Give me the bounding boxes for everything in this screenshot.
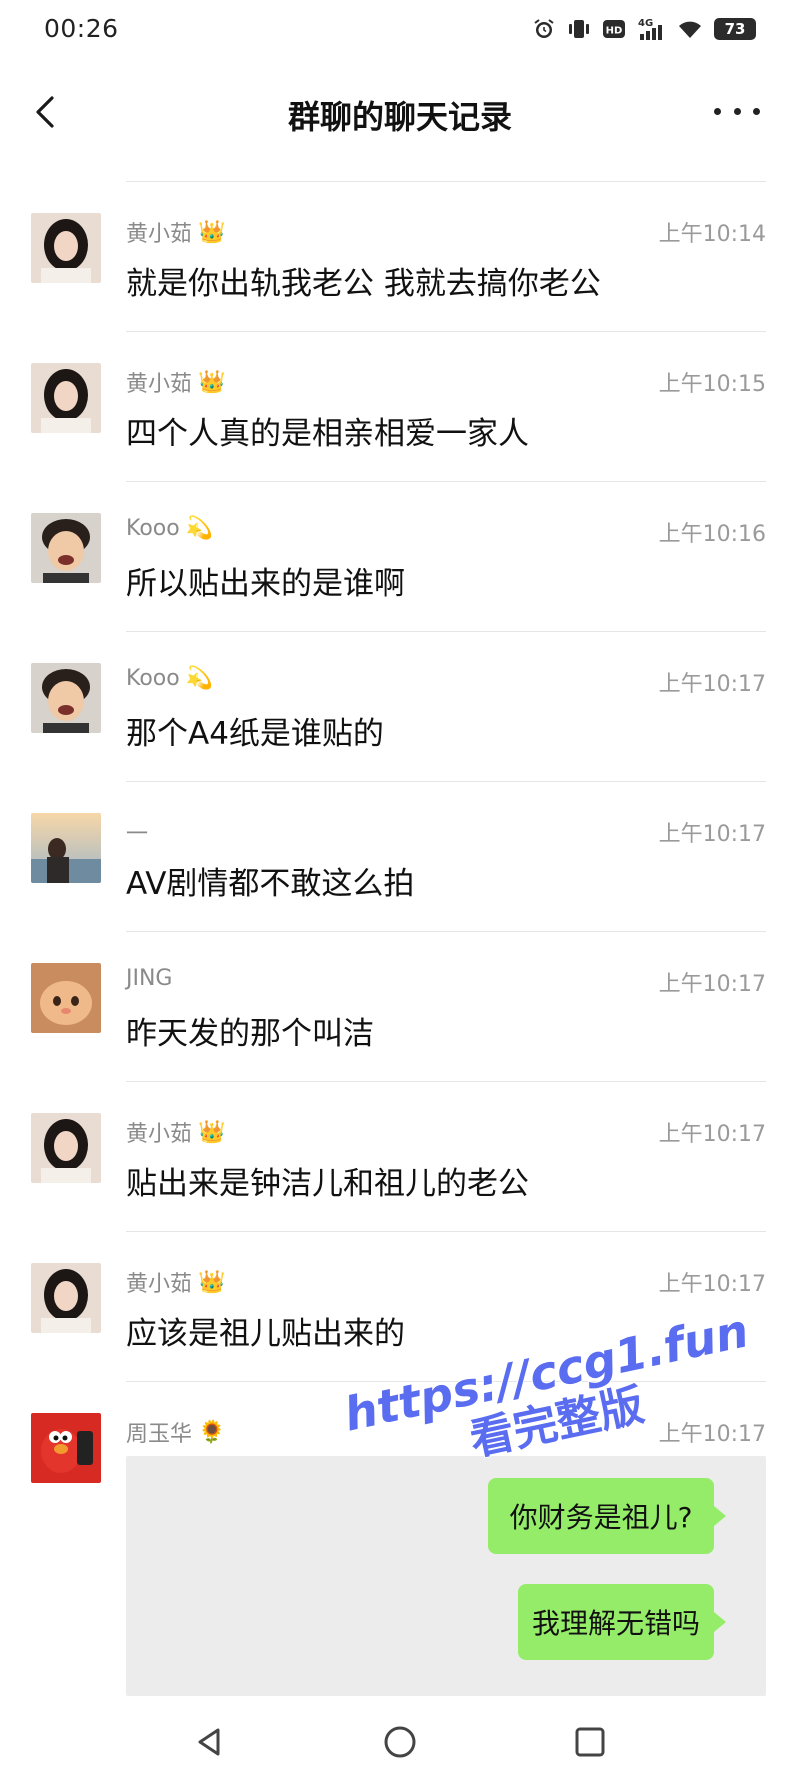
list-item[interactable]: Kooo 💫 上午10:16 所以贴出来的是谁啊 — [0, 482, 800, 632]
vibrate-icon — [569, 20, 589, 38]
avatar[interactable] — [31, 513, 101, 583]
list-item[interactable]: 黄小茹 👑 上午10:15 四个人真的是相亲相爱一家人 — [0, 332, 800, 482]
list-item[interactable]: 黄小茹 👑 上午10:14 就是你出轨我老公 我就去搞你老公 — [0, 182, 800, 332]
message-time: 上午10:17 — [658, 972, 766, 997]
sender-name: Kooo 💫 — [126, 666, 214, 691]
list-item[interactable]: JING 上午10:17 昨天发的那个叫洁 — [0, 932, 800, 1082]
avatar[interactable] — [31, 963, 101, 1033]
image-message[interactable]: 你财务是祖儿? 我理解无错吗 — [126, 1456, 766, 1696]
more-button[interactable] — [714, 96, 760, 126]
sender-name: 黄小茹 👑 — [126, 369, 226, 398]
chat-bubble: 我理解无错吗 — [518, 1584, 726, 1660]
more-dots-icon — [714, 107, 721, 115]
signal-4g-icon: 4G — [638, 18, 662, 40]
list-item[interactable]: Kooo 💫 上午10:17 那个A4纸是谁贴的 — [0, 632, 800, 782]
message-time: 上午10:17 — [658, 822, 766, 847]
message-text: 应该是祖儿贴出来的 — [126, 1316, 405, 1352]
message-text: 那个A4纸是谁贴的 — [126, 716, 384, 752]
message-time: 上午10:17 — [658, 1122, 766, 1147]
avatar[interactable] — [31, 363, 101, 433]
dizzy-icon: 💫 — [185, 666, 214, 691]
avatar[interactable] — [31, 1263, 101, 1333]
list-item[interactable]: 周玉华 🌻 上午10:17 — [0, 1382, 800, 1483]
wifi-icon — [679, 21, 701, 38]
home-circle-icon[interactable] — [380, 1722, 420, 1762]
message-text: 四个人真的是相亲相爱一家人 — [126, 416, 529, 452]
battery-icon: 73 — [714, 18, 756, 40]
alarm-icon — [534, 19, 554, 38]
list-item[interactable]: 一 上午10:17 AV剧情都不敢这么拍 — [0, 782, 800, 932]
sender-name: 黄小茹 👑 — [126, 1119, 226, 1148]
svg-text:4G: 4G — [638, 18, 653, 29]
status-icons: HD 4G 73 — [532, 16, 756, 42]
message-time: 上午10:16 — [658, 522, 766, 547]
hd-icon: HD — [603, 20, 625, 38]
sender-name: 周玉华 🌻 — [126, 1419, 226, 1448]
avatar[interactable] — [31, 213, 101, 283]
crown-icon: 👑 — [198, 369, 226, 395]
message-time: 上午10:17 — [658, 672, 766, 697]
sender-name: Kooo 💫 — [126, 516, 214, 541]
crown-icon: 👑 — [198, 1119, 226, 1145]
back-triangle-icon[interactable] — [190, 1722, 230, 1762]
crown-icon: 👑 — [198, 219, 226, 245]
message-text: 所以贴出来的是谁啊 — [126, 566, 405, 602]
avatar[interactable] — [31, 813, 101, 883]
chat-bubble: 你财务是祖儿? — [488, 1478, 726, 1554]
status-bar: 00:26 HD 4G 73 — [0, 0, 800, 60]
crown-icon: 👑 — [198, 1269, 226, 1295]
avatar[interactable] — [31, 1413, 101, 1483]
message-text: 就是你出轨我老公 我就去搞你老公 — [126, 266, 601, 302]
list-item[interactable]: 黄小茹 👑 上午10:17 应该是祖儿贴出来的 — [0, 1232, 800, 1382]
sunflower-icon: 🌻 — [198, 1419, 226, 1445]
list-item[interactable]: 黄小茹 👑 上午10:17 贴出来是钟洁儿和祖儿的老公 — [0, 1082, 800, 1232]
message-time: 上午10:17 — [658, 1422, 766, 1447]
system-nav-bar — [0, 1700, 800, 1784]
message-time: 上午10:15 — [658, 372, 766, 397]
sender-name: JING — [126, 966, 173, 991]
recents-square-icon[interactable] — [570, 1722, 610, 1762]
message-list: 黄小茹 👑 上午10:14 就是你出轨我老公 我就去搞你老公 黄小茹 👑 上午10:… — [0, 181, 800, 1483]
status-time: 00:26 — [44, 14, 119, 43]
sender-name: 黄小茹 👑 — [126, 1269, 226, 1298]
message-time: 上午10:17 — [658, 1272, 766, 1297]
avatar[interactable] — [31, 1113, 101, 1183]
dizzy-icon: 💫 — [185, 516, 214, 541]
page-title: 群聊的聊天记录 — [287, 98, 512, 136]
sender-name: 一 — [126, 822, 149, 847]
sender-name: 黄小茹 👑 — [126, 219, 226, 248]
message-text: 贴出来是钟洁儿和祖儿的老公 — [126, 1166, 529, 1202]
svg-text:HD: HD — [606, 26, 623, 37]
message-text: 昨天发的那个叫洁 — [126, 1016, 374, 1052]
message-time: 上午10:14 — [658, 222, 766, 247]
avatar[interactable] — [31, 663, 101, 733]
nav-bar: 群聊的聊天记录 — [0, 70, 800, 154]
message-text: AV剧情都不敢这么拍 — [126, 866, 415, 902]
